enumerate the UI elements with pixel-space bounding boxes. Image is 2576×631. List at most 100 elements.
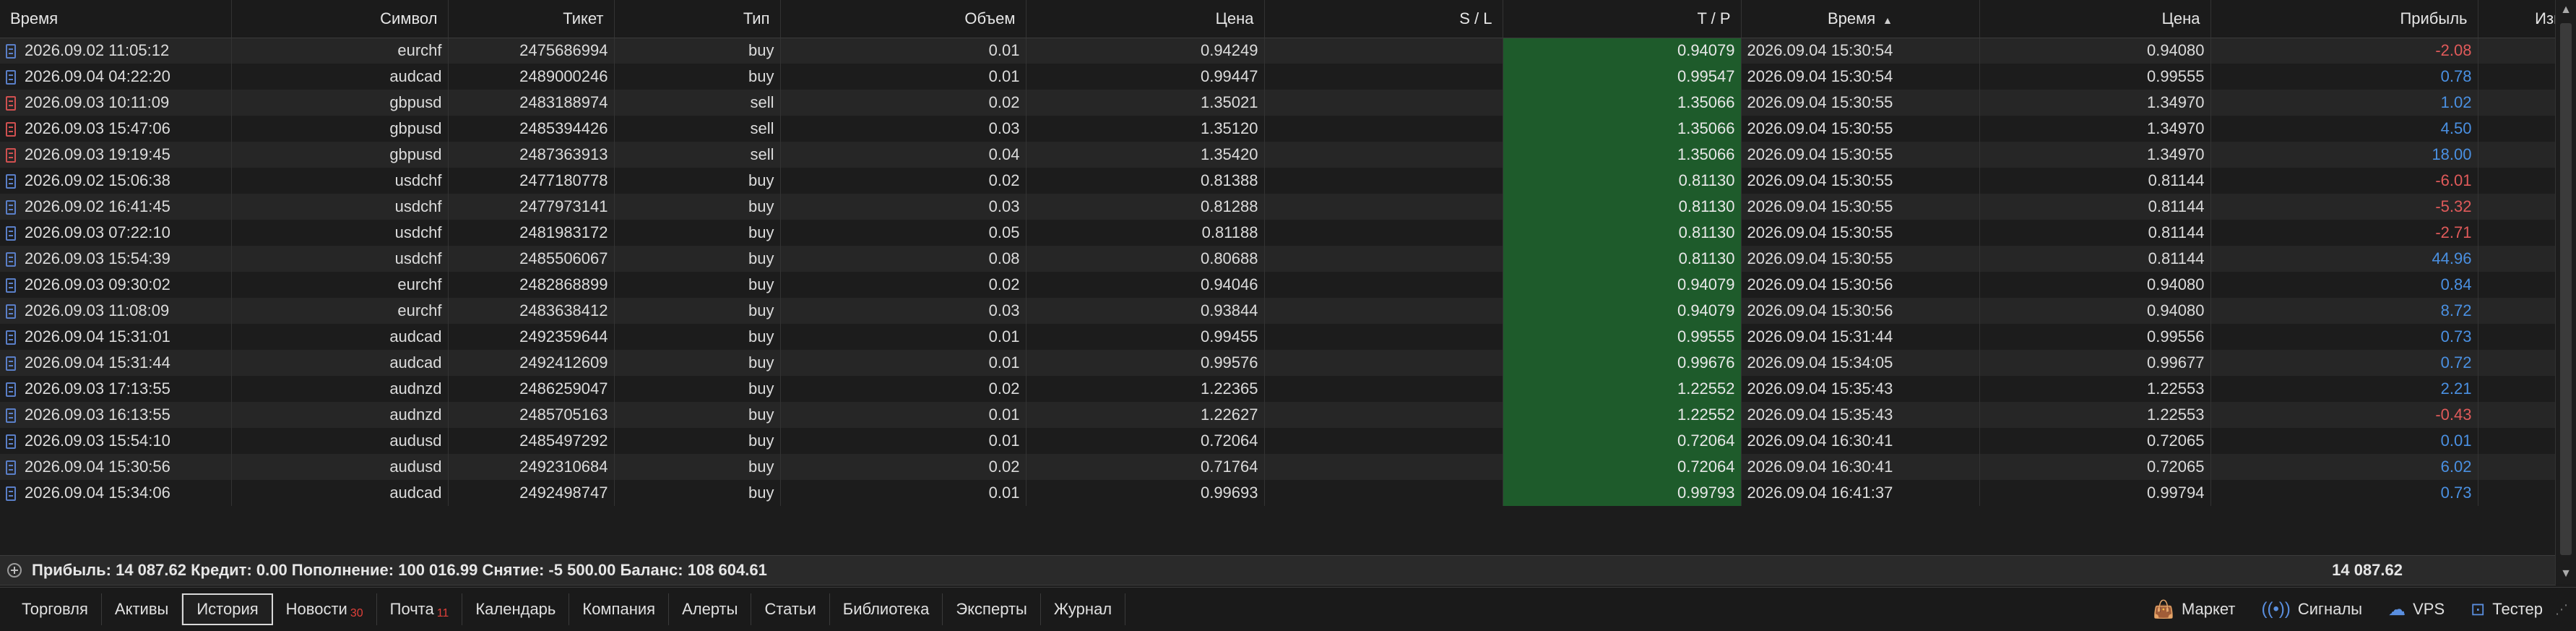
tab-3[interactable]: История: [182, 593, 273, 625]
table-row[interactable]: 2026.09.03 15:47:06 gbpusd 2485394426 sell 0…: [0, 116, 2556, 142]
scroll-thumb[interactable]: [2560, 23, 2572, 555]
column-header[interactable]: S / L: [1264, 0, 1503, 38]
take-profit-cell: 1.35066: [1503, 142, 1742, 168]
column-header-label: Время: [10, 9, 59, 27]
table-row[interactable]: 2026.09.03 16:13:55 audnzd 2485705163 buy 0.…: [0, 402, 2556, 428]
table-row[interactable]: 2026.09.04 04:22:20 audcad 2489000246 buy 0.…: [0, 64, 2556, 90]
volume-cell: 0.08: [780, 246, 1026, 272]
vps-button[interactable]: ☁ VPS: [2388, 599, 2445, 620]
tab-11[interactable]: Эксперты: [943, 593, 1041, 625]
close-price-cell: 0.81144: [1979, 220, 2211, 246]
tab-8[interactable]: Алерты: [669, 593, 752, 625]
signals-button[interactable]: ((•)) Сигналы: [2261, 599, 2362, 619]
tester-button[interactable]: ⊡ Тестер: [2471, 599, 2543, 620]
open-time-cell: 2026.09.03 19:19:45: [0, 142, 232, 168]
table-row[interactable]: 2026.09.03 09:30:02 eurchf 2482868899 buy 0.…: [0, 272, 2556, 298]
volume-cell: 0.02: [780, 272, 1026, 298]
tab-label: Почта: [389, 600, 434, 618]
column-header[interactable]: Тикет: [448, 0, 615, 38]
table-row[interactable]: 2026.09.03 19:19:45 gbpusd 2487363913 sell 0…: [0, 142, 2556, 168]
tab-2[interactable]: Активы: [102, 593, 183, 625]
stop-loss-cell: [1264, 194, 1503, 220]
profit-cell: 44.96: [2210, 246, 2478, 272]
open-price-cell: 0.81288: [1026, 194, 1265, 220]
table-row[interactable]: 2026.09.03 17:13:55 audnzd 2486259047 buy 0.…: [0, 376, 2556, 402]
column-header[interactable]: Цена: [1026, 0, 1265, 38]
tab-1[interactable]: Торговля: [9, 593, 102, 625]
resize-grip-icon[interactable]: ⋰: [2551, 593, 2572, 625]
profit-cell: 1.02: [2210, 90, 2478, 116]
table-row[interactable]: 2026.09.02 15:06:38 usdchf 2477180778 buy 0.…: [0, 168, 2556, 194]
market-button[interactable]: 👜 Маркет: [2153, 599, 2235, 620]
tab-label: История: [196, 600, 259, 618]
table-row[interactable]: 2026.09.03 10:11:09 gbpusd 2483188974 sell 0…: [0, 90, 2556, 116]
profit-cell: 8.72: [2210, 298, 2478, 324]
close-time-cell: 2026.09.04 15:35:43: [1741, 402, 1980, 428]
open-price-cell: 0.71764: [1026, 454, 1265, 480]
symbol-cell: usdchf: [231, 168, 449, 194]
tab-12[interactable]: Журнал: [1041, 593, 1126, 625]
tab-9[interactable]: Статьи: [751, 593, 830, 625]
close-time-cell: 2026.09.04 15:30:55: [1741, 220, 1980, 246]
column-header[interactable]: Время ▲: [1741, 0, 1980, 38]
symbol-cell: audcad: [231, 350, 449, 376]
buy-order-icon: [6, 304, 16, 319]
column-header[interactable]: Изменение: [2478, 0, 2556, 38]
tab-label: Статьи: [764, 600, 816, 618]
bottom-tab-bar: Торговля Активы История Новости 30 Почта 11 Кал…: [0, 587, 2576, 631]
vertical-scrollbar[interactable]: ▲ ▼: [2555, 0, 2576, 584]
take-profit-cell: 0.81130: [1503, 194, 1742, 220]
tab-6[interactable]: Календарь: [462, 593, 570, 625]
close-price-cell: 0.94080: [1979, 38, 2211, 64]
tab-badge: 11: [436, 607, 449, 619]
open-time-text: 2026.09.03 19:19:45: [25, 145, 170, 163]
table-row[interactable]: 2026.09.04 15:31:44 audcad 2492412609 buy 0.…: [0, 350, 2556, 376]
sort-ascending-icon: ▲: [1883, 14, 1893, 26]
column-header[interactable]: Прибыль: [2210, 0, 2478, 38]
column-header-label: Тип: [743, 9, 770, 27]
change-cell: 0.11 %: [2478, 64, 2556, 90]
table-row[interactable]: 2026.09.03 15:54:10 audusd 2485497292 buy 0.…: [0, 428, 2556, 454]
table-row[interactable]: 2026.09.04 15:34:06 audcad 2492498747 buy 0.…: [0, 480, 2556, 506]
change-cell: -0.05 %: [2478, 220, 2556, 246]
table-row[interactable]: 2026.09.02 16:41:45 usdchf 2477973141 buy 0.…: [0, 194, 2556, 220]
stop-loss-cell: [1264, 38, 1503, 64]
expand-plus-icon[interactable]: [7, 563, 22, 578]
column-header[interactable]: Символ: [231, 0, 449, 38]
column-header[interactable]: Тип: [614, 0, 781, 38]
history-table: Время Символ Тикет Тип Объем Цена S / L T / P Вр…: [0, 0, 2556, 506]
buy-order-icon: [6, 434, 16, 450]
table-row[interactable]: 2026.09.04 15:30:56 audusd 2492310684 buy 0.…: [0, 454, 2556, 480]
stop-loss-cell: [1264, 324, 1503, 350]
take-profit-cell: 1.35066: [1503, 116, 1742, 142]
table-row[interactable]: 2026.09.03 07:22:10 usdchf 2481983172 buy 0.…: [0, 220, 2556, 246]
scroll-up-arrow-icon[interactable]: ▲: [2556, 0, 2576, 20]
column-header[interactable]: Объем: [780, 0, 1026, 38]
close-price-cell: 1.22553: [1979, 376, 2211, 402]
right-tools: 👜 Маркет ((•)) Сигналы ☁ VPS ⊡ Тестер ⋰: [2127, 588, 2576, 631]
tab-5[interactable]: Почта 11: [377, 593, 463, 625]
open-time-text: 2026.09.03 16:13:55: [25, 405, 170, 424]
stop-loss-cell: [1264, 480, 1503, 506]
column-header[interactable]: T / P: [1503, 0, 1742, 38]
buy-order-icon: [6, 70, 16, 85]
scroll-down-arrow-icon[interactable]: ▼: [2556, 564, 2576, 584]
column-header[interactable]: Время: [0, 0, 232, 38]
table-row[interactable]: 2026.09.03 11:08:09 eurchf 2483638412 buy 0.…: [0, 298, 2556, 324]
column-header-label: Изменение: [2535, 9, 2556, 27]
tester-label: Тестер: [2492, 600, 2543, 618]
open-time-text: 2026.09.03 10:11:09: [25, 93, 170, 111]
take-profit-cell: 0.94079: [1503, 38, 1742, 64]
column-header[interactable]: Цена: [1979, 0, 2211, 38]
open-price-cell: 0.81188: [1026, 220, 1265, 246]
open-time-text: 2026.09.03 15:47:06: [25, 119, 170, 137]
table-row[interactable]: 2026.09.02 11:05:12 eurchf 2475686994 buy 0.…: [0, 38, 2556, 64]
table-row[interactable]: 2026.09.03 15:54:39 usdchf 2485506067 buy 0.…: [0, 246, 2556, 272]
tab-10[interactable]: Библиотека: [830, 593, 943, 625]
close-time-cell: 2026.09.04 15:31:44: [1741, 324, 1980, 350]
table-row[interactable]: 2026.09.04 15:31:01 audcad 2492359644 buy 0.…: [0, 324, 2556, 350]
tab-4[interactable]: Новости 30: [273, 593, 377, 625]
change-cell: 0.42 %: [2478, 454, 2556, 480]
cloud-icon: ☁: [2388, 599, 2406, 619]
tab-7[interactable]: Компания: [569, 593, 670, 625]
